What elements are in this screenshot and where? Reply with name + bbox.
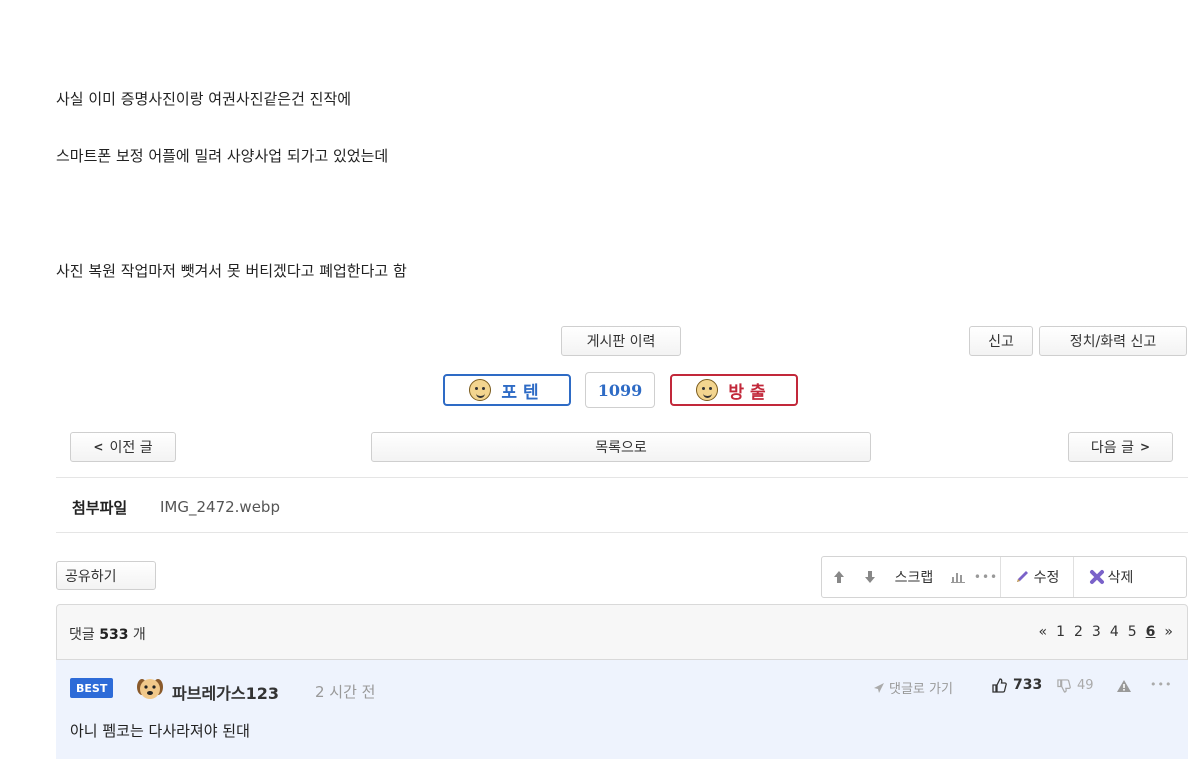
political-report-button[interactable]: 정치/화력 신고 <box>1039 326 1187 356</box>
dislike-button[interactable]: 49 <box>1057 678 1094 693</box>
share-button[interactable]: 공유하기 <box>56 561 156 590</box>
chevron-right-icon: > <box>1140 440 1151 454</box>
angry-face-icon <box>696 379 719 401</box>
comments-count: 댓글 533 개 <box>69 624 146 644</box>
dislike-count: 49 <box>1077 678 1094 693</box>
post-text-line-2: 스마트폰 보정 어플에 밀려 사양사업 되가고 있었는데 <box>56 147 389 165</box>
page-first[interactable]: « <box>1038 624 1047 640</box>
goto-comment-label: 댓글로 가기 <box>889 682 953 697</box>
more-icon[interactable]: ••• <box>972 557 1000 597</box>
page-link[interactable]: 3 <box>1092 624 1101 640</box>
prev-post-label: 이전 글 <box>109 440 153 456</box>
page-link[interactable]: 4 <box>1110 624 1119 640</box>
page-last[interactable]: » <box>1164 624 1173 640</box>
post-text-line-1: 사실 이미 증명사진이랑 여권사진같은건 진작에 <box>56 90 352 108</box>
vote-count: 1099 <box>585 372 655 408</box>
edit-button[interactable]: 수정 <box>1000 557 1073 597</box>
post-text-line-3: 사진 복원 작업마저 뺏겨서 못 버티겠다고 폐업한다고 함 <box>56 262 407 280</box>
board-history-button[interactable]: 게시판 이력 <box>561 326 681 356</box>
page-link[interactable]: 5 <box>1128 624 1137 640</box>
next-post-button[interactable]: 다음 글 > <box>1068 432 1173 462</box>
attachment-file-link[interactable]: IMG_2472.webp <box>160 498 280 516</box>
ban-label: 방출 <box>728 382 772 403</box>
bar-chart-icon[interactable] <box>944 557 972 597</box>
comment-author[interactable]: 파브레가스123 <box>172 680 279 704</box>
warning-icon[interactable] <box>1116 678 1132 697</box>
comments-count-value: 533 <box>99 627 129 643</box>
arrow-up-icon[interactable] <box>822 557 856 597</box>
comments-unit: 개 <box>132 627 146 643</box>
thumbs-up-icon <box>992 677 1007 693</box>
goto-comment-link[interactable]: 댓글로 가기 <box>873 678 953 697</box>
list-button[interactable]: 목록으로 <box>371 432 871 462</box>
comment-text: 아니 펨코는 다사라져야 된대 <box>70 722 250 740</box>
like-count: 733 <box>1013 677 1043 693</box>
attachment-label: 첨부파일 <box>72 499 128 517</box>
pagination: « 1 2 3 4 5 6 » <box>1029 624 1173 640</box>
upvote-button[interactable]: 포텐 <box>443 374 571 406</box>
more-icon[interactable]: ••• <box>1150 678 1172 691</box>
scrap-button[interactable]: 스크랩 <box>884 557 944 597</box>
upvote-label: 포텐 <box>501 382 545 403</box>
next-post-label: 다음 글 <box>1090 440 1135 456</box>
page-link[interactable]: 2 <box>1074 624 1083 640</box>
post-toolbar: 스크랩 ••• 수정 삭제 <box>821 556 1187 598</box>
prev-post-button[interactable]: < 이전 글 <box>70 432 176 462</box>
page-current[interactable]: 6 <box>1146 624 1156 640</box>
comment-time: 2 시간 전 <box>315 683 376 701</box>
arrow-down-icon[interactable] <box>856 557 884 597</box>
happy-face-icon <box>469 379 492 401</box>
thumbs-down-icon <box>1057 678 1071 693</box>
like-button[interactable]: 733 <box>992 677 1042 693</box>
pencil-icon <box>1016 571 1028 582</box>
chevron-left-icon: < <box>93 440 104 454</box>
x-icon <box>1089 570 1104 584</box>
divider <box>56 477 1188 478</box>
divider <box>56 532 1188 533</box>
ban-button[interactable]: 방출 <box>670 374 798 406</box>
page-link[interactable]: 1 <box>1056 624 1065 640</box>
comments-header: 댓글 533 개 « 1 2 3 4 5 6 » <box>56 604 1188 660</box>
delete-label: 삭제 <box>1107 570 1134 586</box>
comments-label: 댓글 <box>69 627 95 643</box>
best-badge: BEST <box>70 678 114 698</box>
delete-button[interactable]: 삭제 <box>1073 557 1148 597</box>
send-icon <box>874 682 884 693</box>
best-comment: BEST 파브레가스123 2 시간 전 댓글로 가기 733 49 ••• 아… <box>56 660 1188 759</box>
edit-label: 수정 <box>1033 570 1060 586</box>
avatar[interactable] <box>136 674 164 702</box>
report-button[interactable]: 신고 <box>969 326 1033 356</box>
